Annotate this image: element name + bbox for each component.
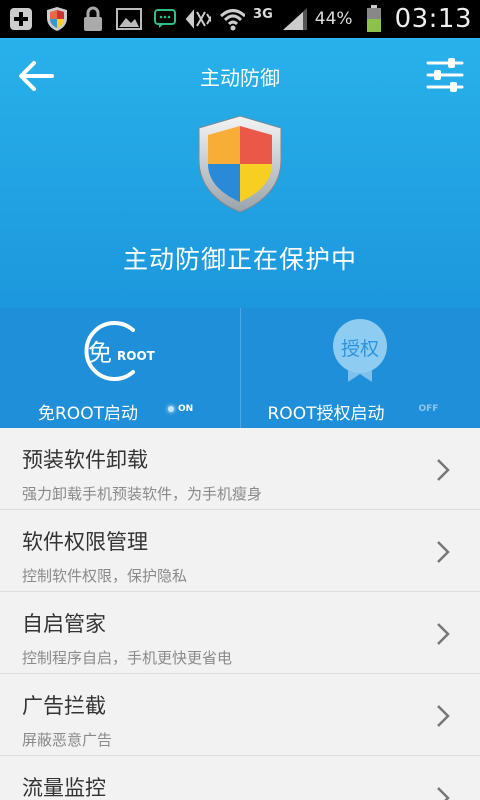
clock: 03:13	[394, 4, 472, 34]
settings-button[interactable]	[424, 54, 466, 96]
chevron-right-icon	[437, 787, 450, 800]
protection-shield-icon	[195, 114, 285, 214]
list-item-autostart-manager[interactable]: 自启管家 控制程序自启，手机更快更省电	[0, 592, 480, 674]
list-item-subtitle: 控制程序自启，手机更快更省电	[22, 649, 233, 667]
list-item-permission-management[interactable]: 软件权限管理 控制软件权限，保护隐私	[0, 510, 480, 592]
signal-icon	[281, 6, 307, 32]
list-item-title: 预装软件卸载	[22, 448, 148, 472]
chevron-right-icon	[437, 541, 450, 563]
no-root-icon-char: 免	[88, 339, 112, 367]
on-indicator-icon	[168, 405, 174, 412]
list-item-title: 软件权限管理	[22, 530, 148, 554]
list-item-title: 广告拦截	[22, 694, 106, 718]
root-auth-start-state: OFF	[418, 404, 439, 414]
list-item-preinstalled-uninstall[interactable]: 预装软件卸载 强力卸载手机预装软件，为手机瘦身	[0, 428, 480, 510]
battery-icon	[361, 5, 387, 32]
battery-percent: 44%	[314, 9, 353, 29]
page-title: 主动防御	[200, 66, 280, 90]
list-item-traffic-monitor[interactable]: 流量监控	[0, 756, 480, 800]
chevron-right-icon	[437, 459, 450, 481]
status-bar: 3G 44% 03:13	[0, 0, 480, 38]
list-item-title: 流量监控	[22, 776, 106, 800]
list-item-subtitle: 强力卸载手机预装软件，为手机瘦身	[22, 485, 263, 503]
network-type: 3G	[253, 6, 273, 22]
shield-icon	[44, 6, 70, 32]
no-root-start-state-text: ON	[178, 404, 194, 414]
feature-list: 预装软件卸载 强力卸载手机预装软件，为手机瘦身 软件权限管理 控制软件权限，保护…	[0, 428, 480, 800]
no-root-icon: 免 ROOT	[75, 316, 165, 386]
list-item-subtitle: 屏蔽恶意广告	[22, 731, 113, 749]
protection-status: 主动防御正在保护中	[122, 245, 357, 274]
wifi-icon	[219, 6, 246, 32]
authorization-badge-icon: 授权	[315, 316, 405, 386]
list-item-ad-blocking[interactable]: 广告拦截 屏蔽恶意广告	[0, 674, 480, 756]
system-icons: 3G 44% 03:13	[185, 4, 472, 34]
root-auth-start-label: ROOT授权启动	[267, 404, 385, 424]
root-auth-start-toggle[interactable]: 授权 ROOT授权启动 OFF	[240, 308, 480, 428]
no-root-start-state: ON	[168, 404, 193, 414]
notification-icons	[8, 4, 178, 34]
list-item-subtitle: 控制软件权限，保护隐私	[22, 567, 188, 585]
startup-mode-panels: 免 ROOT 免ROOT启动 ON 授权 ROOT授权启动 OFF	[0, 308, 480, 428]
header: 主动防御 主动防御正在保护中	[0, 38, 480, 308]
lock-icon	[80, 6, 106, 32]
chevron-right-icon	[437, 623, 450, 645]
list-item-title: 自启管家	[22, 612, 106, 636]
no-root-icon-sub: ROOT	[117, 349, 156, 363]
plus-icon	[8, 6, 34, 32]
no-root-start-toggle[interactable]: 免 ROOT 免ROOT启动 ON	[0, 308, 241, 428]
chat-icon	[152, 6, 178, 32]
no-root-start-label: 免ROOT启动	[38, 404, 138, 424]
image-icon	[116, 6, 142, 32]
chevron-right-icon	[437, 705, 450, 727]
mute-icon	[185, 6, 212, 32]
sliders-icon	[426, 58, 464, 92]
authorization-badge-text: 授权	[341, 338, 379, 360]
